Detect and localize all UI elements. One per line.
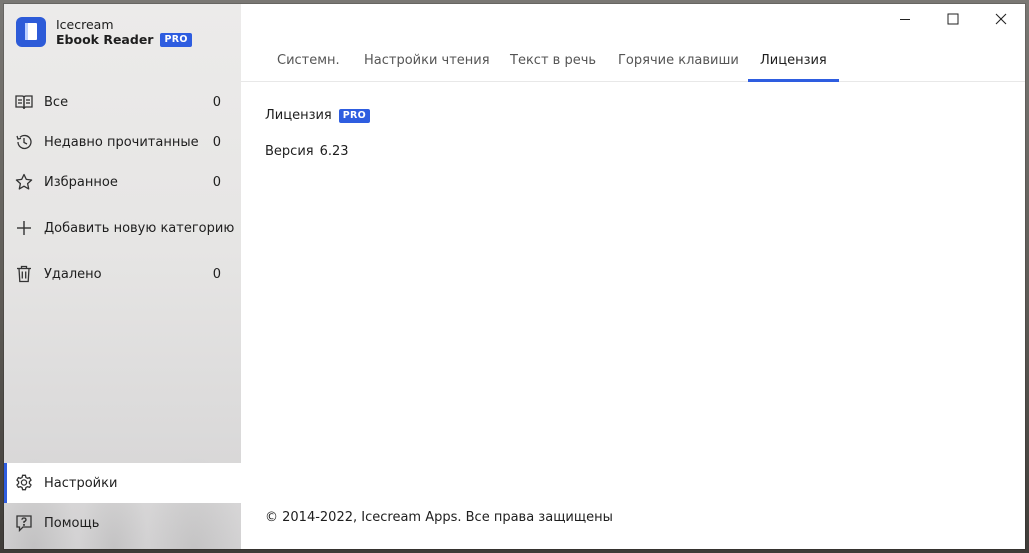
app-window: Icecream Ebook Reader PRO Все 0 Недавно … <box>4 4 1025 549</box>
star-icon <box>14 172 34 192</box>
sidebar-item-label: Все <box>44 94 69 110</box>
gear-icon <box>14 473 34 493</box>
tab-system[interactable]: Системн. <box>277 40 340 81</box>
sidebar-item-label: Избранное <box>44 174 118 190</box>
sidebar-item-favorites[interactable]: Избранное 0 <box>4 164 241 200</box>
app-name-line1: Icecream <box>56 17 114 32</box>
settings-panel: Системн. Настройки чтения Текст в речь Г… <box>241 4 1025 549</box>
sidebar-item-deleted[interactable]: Удалено 0 <box>4 256 241 292</box>
sidebar-item-help[interactable]: Помощь <box>4 503 241 543</box>
sidebar-item-label: Удалено <box>44 266 102 282</box>
trash-icon <box>14 264 34 284</box>
sidebar: Icecream Ebook Reader PRO Все 0 Недавно … <box>4 4 241 549</box>
close-button[interactable] <box>977 4 1025 34</box>
settings-tabs: Системн. Настройки чтения Текст в речь Г… <box>241 40 1025 82</box>
version-row: Версия 6.23 <box>265 144 349 159</box>
license-label: Лицензия <box>265 108 332 123</box>
version-label: Версия <box>265 144 314 159</box>
window-controls <box>881 4 1025 34</box>
pro-badge: PRO <box>160 32 192 47</box>
minimize-button[interactable] <box>881 4 929 34</box>
version-value: 6.23 <box>319 144 349 159</box>
tab-text-to-speech[interactable]: Текст в речь <box>510 40 596 81</box>
copyright-text: © 2014-2022, Icecream Apps. Все права за… <box>265 510 613 525</box>
help-icon <box>14 513 34 533</box>
sidebar-item-label: Недавно прочитанные <box>44 134 199 150</box>
sidebar-item-all[interactable]: Все 0 <box>4 84 241 120</box>
tab-reading-settings[interactable]: Настройки чтения <box>364 40 490 81</box>
sidebar-item-recent[interactable]: Недавно прочитанные 0 <box>4 124 241 160</box>
sidebar-item-label: Настройки <box>44 475 118 491</box>
sidebar-item-settings[interactable]: Настройки <box>4 463 241 503</box>
history-icon <box>14 132 34 152</box>
sidebar-item-count: 0 <box>212 266 221 282</box>
maximize-icon <box>947 13 959 25</box>
sidebar-item-count: 0 <box>212 174 221 190</box>
sidebar-item-label: Помощь <box>44 515 100 531</box>
library-book-icon <box>14 92 34 112</box>
sidebar-item-count: 0 <box>212 134 221 150</box>
tab-license[interactable]: Лицензия <box>748 40 839 82</box>
app-name-line2: Ebook Reader <box>56 32 154 47</box>
license-pro-badge: PRO <box>338 108 371 123</box>
sidebar-item-count: 0 <box>212 94 221 110</box>
sidebar-item-label: Добавить новую категорию <box>44 220 235 236</box>
minimize-icon <box>899 13 911 25</box>
app-logo-icon <box>16 17 46 47</box>
app-brand: Icecream Ebook Reader PRO <box>16 15 192 49</box>
add-category-button[interactable]: Добавить новую категорию <box>4 210 241 246</box>
tab-hotkeys[interactable]: Горячие клавиши <box>618 40 739 81</box>
plus-icon <box>14 218 34 238</box>
license-row: Лицензия PRO <box>265 108 371 123</box>
close-icon <box>995 13 1007 25</box>
app-name: Icecream Ebook Reader PRO <box>56 17 192 47</box>
maximize-button[interactable] <box>929 4 977 34</box>
